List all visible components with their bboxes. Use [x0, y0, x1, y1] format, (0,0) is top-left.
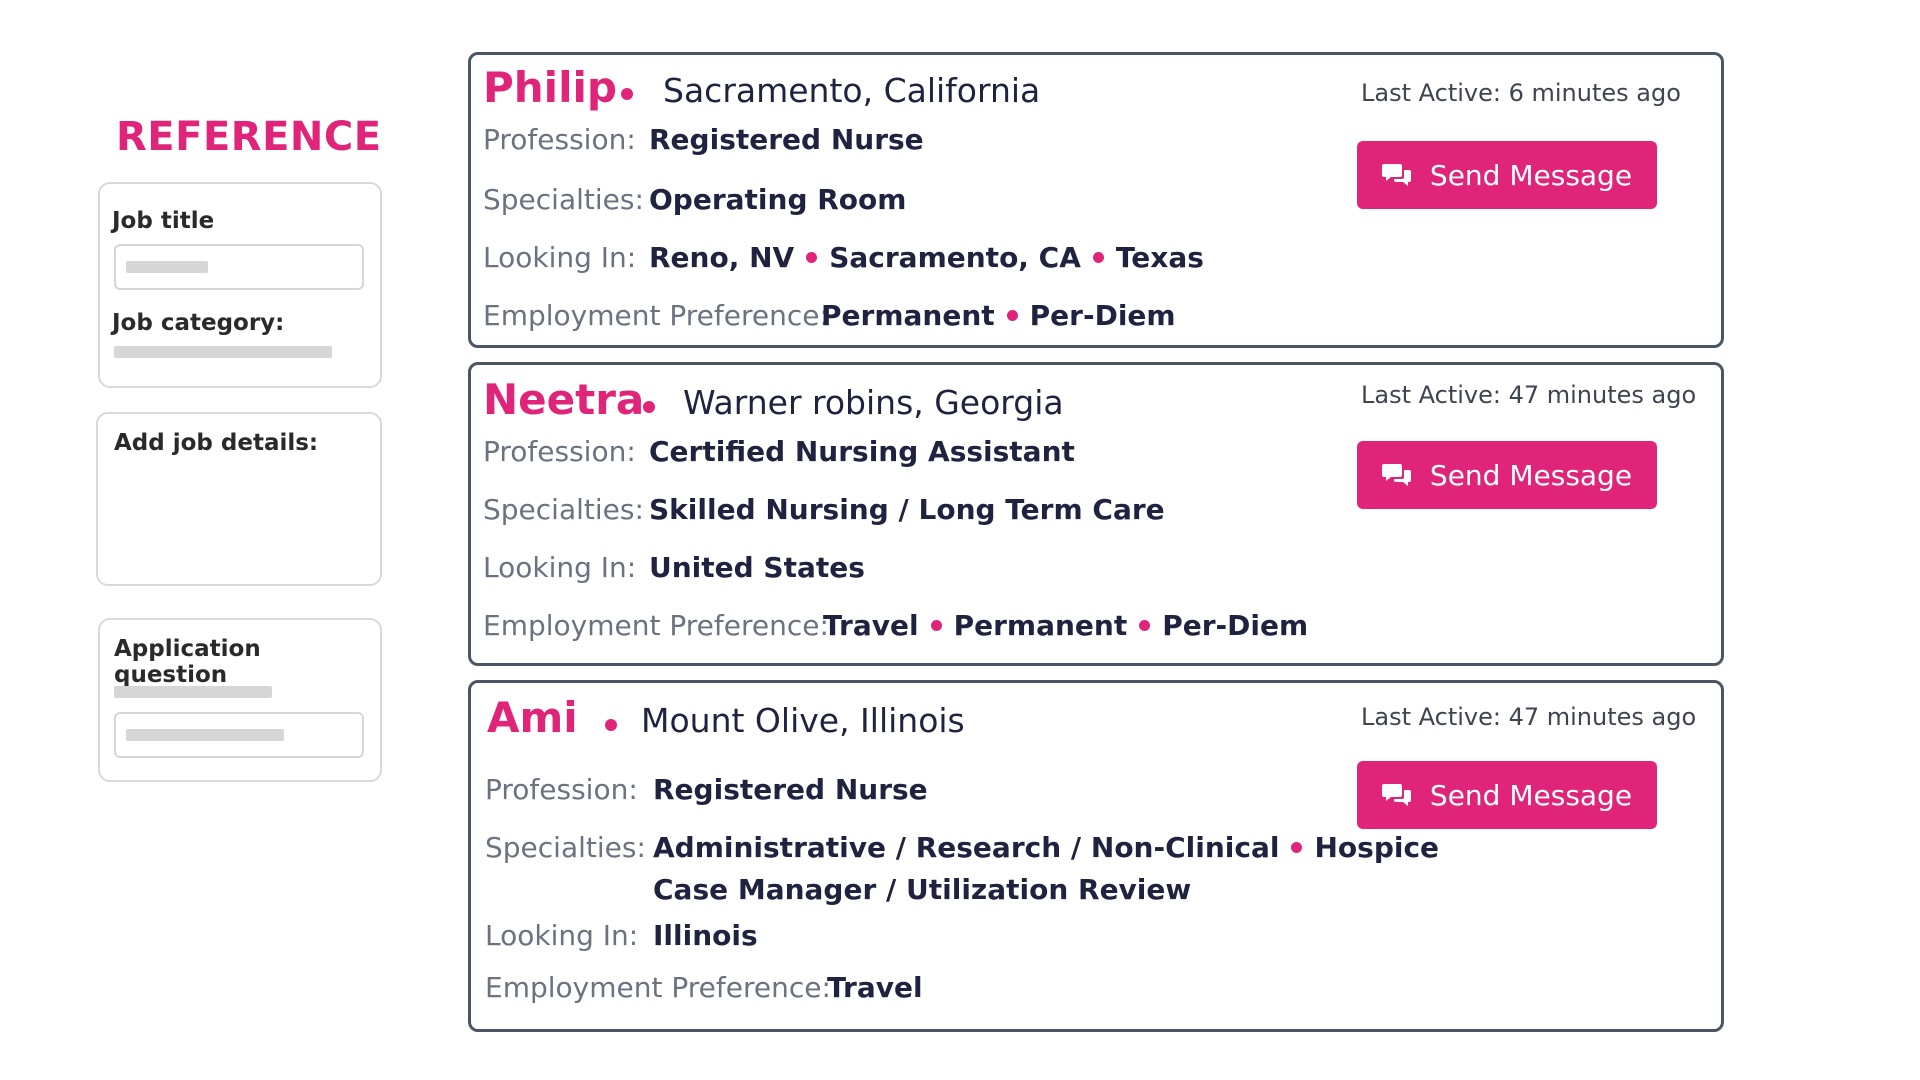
- employment-value: Travel: [823, 609, 919, 642]
- profession-label: Profession:: [483, 435, 636, 468]
- specialties-label: Specialties:: [483, 183, 644, 216]
- list-separator-dot: [1139, 620, 1151, 631]
- job-category-bar[interactable]: [114, 346, 332, 358]
- employment-label: Employment Preference:: [483, 299, 829, 332]
- specialty-value: Operating Room: [649, 183, 907, 216]
- application-question-label: Application question: [114, 636, 261, 688]
- profession-value: Certified Nursing Assistant: [649, 435, 1075, 468]
- profession-value-row: Registered Nurse: [649, 123, 924, 156]
- profession-value: Registered Nurse: [653, 773, 928, 806]
- candidate-name[interactable]: Philip: [483, 63, 617, 112]
- employment-label: Employment Preference:: [483, 609, 829, 642]
- page: REFERENCE Job title Job category: Add jo…: [0, 0, 1920, 1080]
- candidate-location: Mount Olive, Illinois: [641, 701, 965, 740]
- name-separator-dot: [643, 401, 655, 413]
- looking-in-label: Looking In:: [483, 241, 637, 274]
- send-message-label: Send Message: [1429, 158, 1633, 192]
- employment-value: Per-Diem: [1162, 609, 1309, 642]
- candidate-name[interactable]: Neetra: [483, 375, 644, 424]
- chat-bubbles-icon: [1381, 164, 1411, 186]
- job-title-label: Job title: [112, 208, 215, 234]
- list-separator-dot: [930, 620, 942, 631]
- last-active-text: Last Active: 6 minutes ago: [1361, 79, 1681, 107]
- employment-value: Travel: [827, 971, 923, 1004]
- profession-label: Profession:: [485, 773, 638, 806]
- list-separator-dot: [1291, 842, 1303, 853]
- looking-in-value-row: Illinois: [653, 919, 758, 952]
- input-placeholder-bar: [126, 261, 208, 273]
- send-message-button[interactable]: Send Message: [1357, 441, 1657, 509]
- profession-value-row: Registered Nurse: [653, 773, 928, 806]
- looking-in-label: Looking In:: [483, 551, 637, 584]
- last-active-text: Last Active: 47 minutes ago: [1361, 703, 1697, 731]
- employment-value-row: Permanent Per-Diem: [821, 299, 1176, 332]
- name-separator-dot: [605, 719, 617, 731]
- looking-in-value: Sacramento, CA: [829, 241, 1081, 274]
- last-active-text: Last Active: 47 minutes ago: [1361, 381, 1697, 409]
- profession-value-row: Certified Nursing Assistant: [649, 435, 1075, 468]
- send-message-button[interactable]: Send Message: [1357, 141, 1657, 209]
- profession-value: Registered Nurse: [649, 123, 924, 156]
- specialties-value-row: Administrative / Research / Non-Clinical…: [653, 831, 1439, 864]
- employment-value-row: Travel: [827, 971, 923, 1004]
- profession-label: Profession:: [483, 123, 636, 156]
- looking-in-value: Illinois: [653, 919, 758, 952]
- specialties-label: Specialties:: [485, 831, 646, 864]
- employment-value: Per-Diem: [1029, 299, 1176, 332]
- employment-value: Permanent: [953, 609, 1128, 642]
- specialties-value-row-2: Case Manager / Utilization Review: [653, 873, 1191, 906]
- employment-label: Employment Preference:: [485, 971, 831, 1004]
- chat-bubbles-icon: [1381, 464, 1411, 486]
- looking-in-value: United States: [649, 551, 865, 584]
- looking-in-label: Looking In:: [485, 919, 639, 952]
- specialties-value-row: Operating Room: [649, 183, 906, 216]
- candidate-location: Sacramento, California: [663, 71, 1041, 110]
- specialty-value: Administrative / Research / Non-Clinical: [653, 831, 1280, 864]
- question-input[interactable]: [114, 712, 364, 758]
- specialty-value: Skilled Nursing / Long Term Care: [649, 493, 1165, 526]
- looking-in-value: Reno, NV: [649, 241, 795, 274]
- list-separator-dot: [806, 252, 818, 263]
- reference-card-details: Add job details:: [96, 412, 382, 586]
- list-separator-dot: [1092, 252, 1104, 263]
- looking-in-value: Texas: [1115, 241, 1204, 274]
- reference-card-job: Job title Job category:: [98, 182, 382, 388]
- specialties-value-row: Skilled Nursing / Long Term Care: [649, 493, 1165, 526]
- send-message-label: Send Message: [1429, 778, 1633, 812]
- employment-value-row: Travel Permanent Per-Diem: [823, 609, 1308, 642]
- list-separator-dot: [1006, 310, 1018, 321]
- specialty-value: Hospice: [1314, 831, 1440, 864]
- looking-in-value-row: Reno, NV Sacramento, CA Texas: [649, 241, 1204, 274]
- reference-card-question: Application question: [98, 618, 382, 782]
- candidate-location: Warner robins, Georgia: [683, 383, 1064, 422]
- input-placeholder-bar: [126, 729, 284, 741]
- specialty-value: Case Manager / Utilization Review: [653, 873, 1192, 906]
- employment-value: Permanent: [821, 299, 995, 332]
- specialties-label: Specialties:: [483, 493, 644, 526]
- chat-bubbles-icon: [1381, 784, 1411, 806]
- add-job-details-label: Add job details:: [114, 430, 319, 456]
- send-message-button[interactable]: Send Message: [1357, 761, 1657, 829]
- profile-card-neetra: Neetra Warner robins, Georgia Last Activ…: [468, 362, 1724, 666]
- looking-in-value-row: United States: [649, 551, 865, 584]
- profile-card-philip: Philip Sacramento, California Last Activ…: [468, 52, 1724, 348]
- send-message-label: Send Message: [1429, 458, 1633, 492]
- name-separator-dot: [621, 88, 633, 100]
- candidate-name[interactable]: Ami: [487, 693, 578, 742]
- profile-card-ami: Ami Mount Olive, Illinois Last Active: 4…: [468, 680, 1724, 1032]
- job-category-label: Job category:: [112, 310, 285, 336]
- question-text-bar: [114, 686, 272, 698]
- job-title-input[interactable]: [114, 244, 364, 290]
- reference-title: REFERENCE: [116, 114, 382, 160]
